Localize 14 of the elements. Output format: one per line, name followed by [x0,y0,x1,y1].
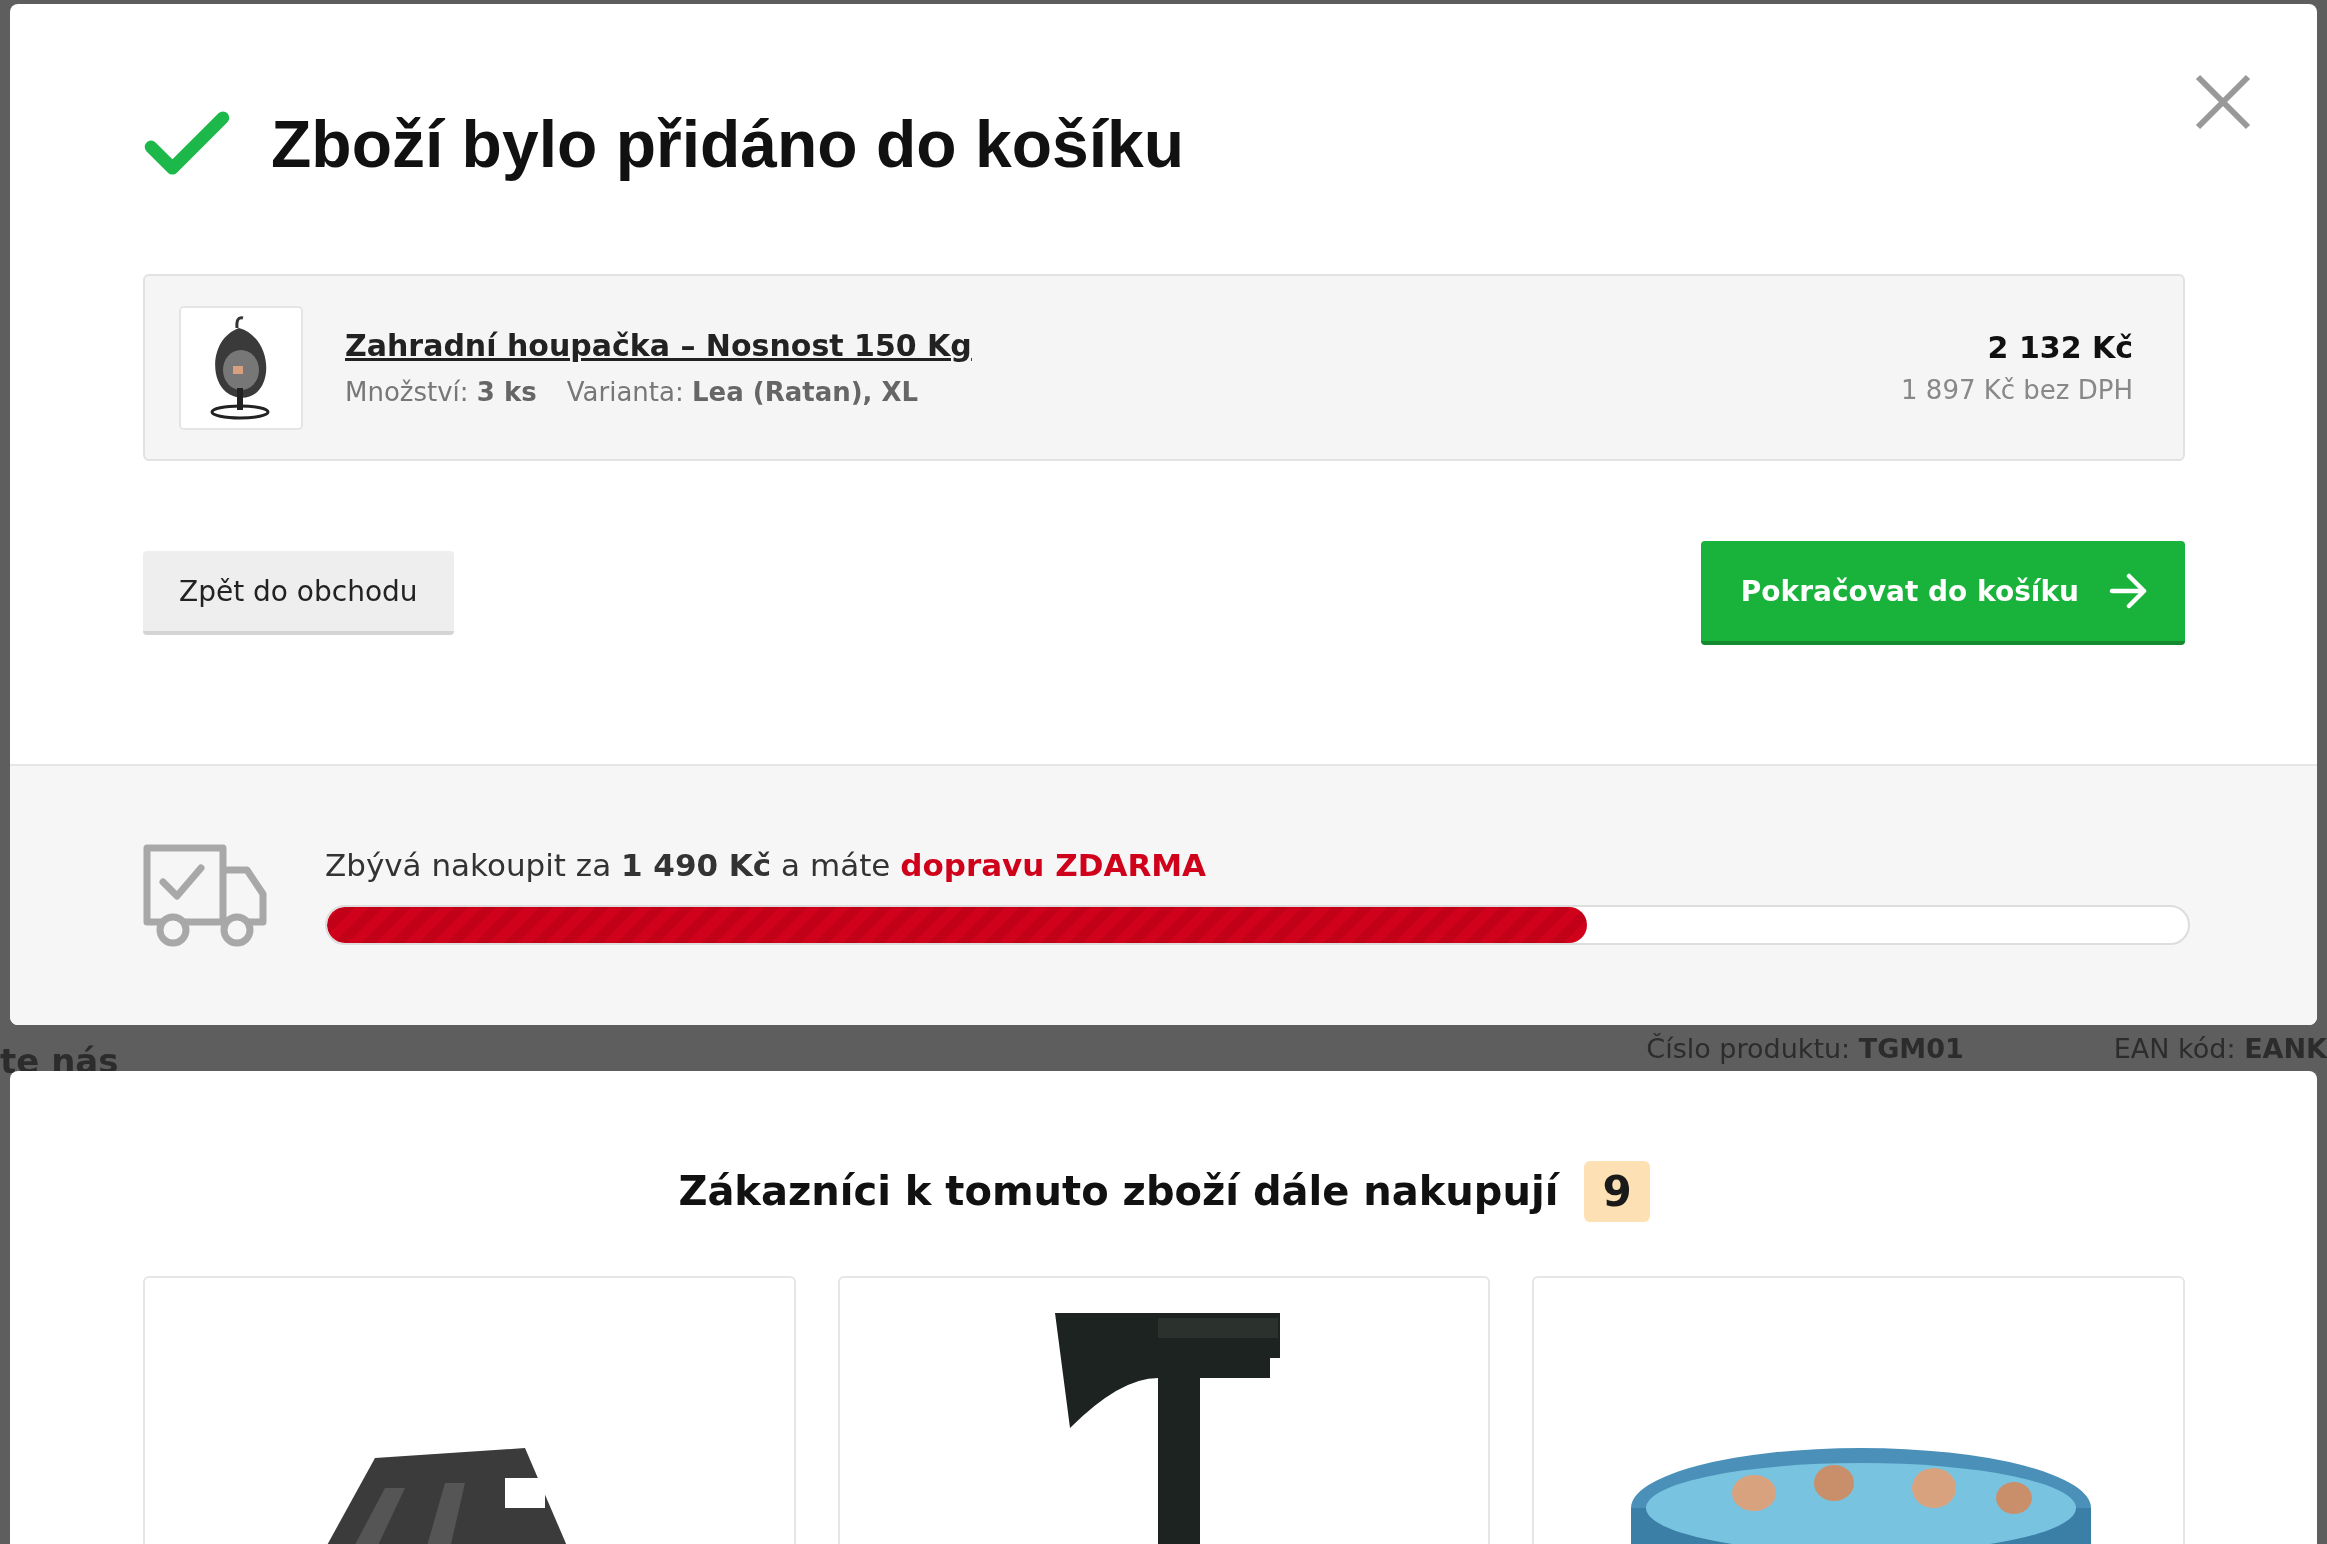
close-button[interactable] [2195,74,2251,130]
back-button[interactable]: Zpět do obchodu [143,551,454,635]
free-shipping-message: Zbývá nakoupit za 1 490 Kč a máte dopravu ZDARMA [325,846,1208,883]
price: 2 132 Kč [1986,330,2133,365]
truck-icon [143,843,267,948]
dialog-title: Zboží bylo přidáno do košíku [271,106,1184,182]
variant-text: Varianta: Lea (Ratan), XL [566,377,919,407]
arrow-right-icon [2109,573,2149,609]
quantity-text: Množství: 3 ks [345,377,537,407]
net-price: 1 897 Kč bez DPH [1901,375,2133,405]
count-badge: 9 [1584,1160,1650,1222]
checkmark-icon [143,110,231,178]
section-title: Zákazníci k tomuto zboží dále nakupují [678,1168,1559,1214]
product-link[interactable]: Zahradní houpačka – Nosnost 150 Kg [345,328,972,363]
